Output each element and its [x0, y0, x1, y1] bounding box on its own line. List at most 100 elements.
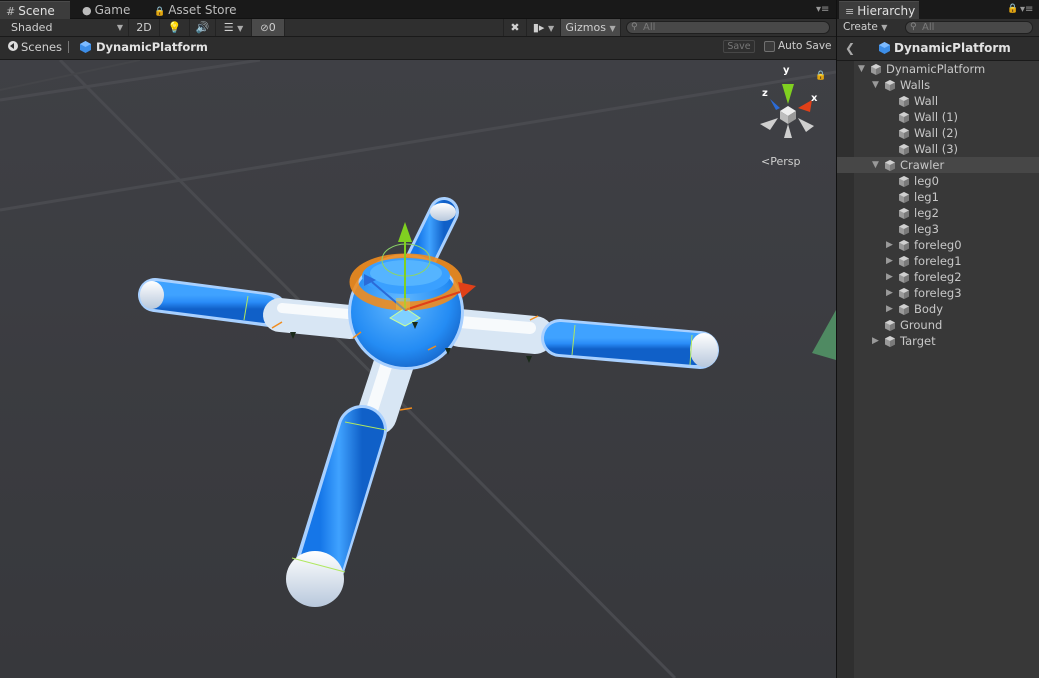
hierarchy-item[interactable]: ▶ foreleg1	[837, 253, 1039, 269]
tools-button[interactable]: ✖	[503, 19, 527, 36]
hierarchy-item[interactable]: ▼ DynamicPlatform	[837, 61, 1039, 77]
collapse-arrow-icon[interactable]: ▶	[886, 301, 893, 317]
hierarchy-search-input[interactable]: ⚲ All	[905, 21, 1033, 34]
hierarchy-prefab-header: ❮ DynamicPlatform	[837, 37, 1039, 61]
chevron-down-icon: ▼	[237, 24, 244, 33]
hierarchy-item-label: Wall	[914, 94, 939, 108]
hierarchy-item[interactable]: ▼ Walls	[837, 77, 1039, 93]
hierarchy-item[interactable]: leg2	[837, 205, 1039, 221]
collapse-arrow-icon[interactable]: ▶	[872, 333, 879, 349]
effects-dropdown[interactable]: ☰ ▼	[216, 19, 252, 36]
save-label: Save	[727, 41, 751, 52]
hierarchy-item[interactable]: ▼ Crawler	[837, 157, 1039, 173]
gameobject-cube-icon	[899, 127, 909, 139]
lock-icon[interactable]: 🔒	[815, 71, 826, 81]
chevron-down-icon: ▼	[881, 23, 888, 32]
hierarchy-item[interactable]: Wall (2)	[837, 125, 1039, 141]
back-chevron-icon[interactable]: ❮	[845, 41, 855, 55]
hidden-objects-toggle[interactable]: ⊘0	[252, 19, 285, 36]
hierarchy-item-label: foreleg3	[914, 286, 962, 300]
projection-toggle[interactable]: <Persp	[761, 155, 800, 168]
scene-viewport[interactable]: y x z 🔒 <Persp	[0, 60, 836, 678]
gameobject-cube-icon	[899, 175, 909, 187]
chevron-down-icon: ▼	[547, 24, 555, 33]
gizmos-dropdown[interactable]: Gizmos ▼	[561, 19, 621, 36]
chevron-down-icon: ▼	[609, 24, 616, 33]
hidden-count: 0	[268, 21, 276, 34]
tab-hierarchy[interactable]: ≡ Hierarchy	[839, 1, 919, 19]
hierarchy-item[interactable]: Wall (3)	[837, 141, 1039, 157]
camera-icon: ▮▸	[532, 21, 545, 34]
hierarchy-tree: ▼ DynamicPlatform ▼ Walls Wall Wall (1) Wall (…	[837, 61, 1039, 678]
axis-x-label: x	[811, 93, 818, 104]
collapse-arrow-icon[interactable]: ▶	[886, 253, 893, 269]
breadcrumb-scenes[interactable]: Scenes	[21, 40, 62, 54]
hierarchy-item-label: foreleg0	[914, 238, 962, 252]
lock-icon[interactable]: 🔒	[1007, 4, 1018, 14]
hierarchy-item[interactable]: leg3	[837, 221, 1039, 237]
hierarchy-item[interactable]: leg0	[837, 173, 1039, 189]
gameobject-cube-icon	[885, 319, 895, 331]
lighting-toggle-button[interactable]: 💡	[160, 19, 190, 36]
breadcrumb: Scenes DynamicPlatform Save Auto Save	[0, 37, 836, 60]
save-button[interactable]: Save	[723, 40, 755, 53]
auto-save-checkbox[interactable]	[764, 41, 775, 52]
tab-scene[interactable]: # Scene	[0, 1, 70, 19]
breadcrumb-separator	[68, 41, 69, 53]
shading-mode-dropdown[interactable]: Shaded ▼	[0, 19, 129, 36]
hierarchy-item[interactable]: Wall (1)	[837, 109, 1039, 125]
expand-arrow-icon[interactable]: ▼	[872, 157, 879, 173]
scene-toolbar: Shaded ▼ 2D 💡 🔊 ☰ ▼ ⊘0 ✖ ▮▸ ▼ Gizmos ▼ ⚲…	[0, 19, 836, 37]
collapse-arrow-icon[interactable]: ▶	[886, 269, 893, 285]
tab-asset-store[interactable]: 🔒 Asset Store	[148, 1, 243, 19]
gizmos-label: Gizmos	[565, 21, 606, 34]
gameobject-cube-icon	[899, 191, 909, 203]
hierarchy-item[interactable]: Wall	[837, 93, 1039, 109]
hierarchy-item[interactable]: ▶ foreleg0	[837, 237, 1039, 253]
hierarchy-header-title: DynamicPlatform	[894, 41, 1011, 55]
gameobject-cube-icon	[899, 303, 909, 315]
hierarchy-item[interactable]: ▶ foreleg3	[837, 285, 1039, 301]
scene-search-input[interactable]: ⚲ All	[626, 21, 830, 34]
back-arrow-icon[interactable]	[8, 41, 18, 51]
hierarchy-item-label: Target	[900, 334, 936, 348]
hierarchy-item-label: foreleg1	[914, 254, 962, 268]
collapse-arrow-icon[interactable]: ▶	[886, 285, 893, 301]
panel-menu-icon[interactable]: ▾≡	[1020, 4, 1033, 15]
hierarchy-item-label: leg2	[914, 206, 939, 220]
search-icon: ⚲	[631, 22, 638, 32]
layers-icon: ☰	[223, 21, 234, 34]
eye-slash-icon: ⊘	[260, 23, 269, 34]
camera-dropdown[interactable]: ▮▸ ▼	[527, 19, 561, 36]
hierarchy-search-placeholder: All	[922, 22, 935, 33]
hierarchy-item[interactable]: leg1	[837, 189, 1039, 205]
expand-arrow-icon[interactable]: ▼	[872, 77, 879, 93]
hierarchy-item-label: Crawler	[900, 158, 945, 172]
hierarchy-tab-bar: ≡ Hierarchy 🔒 ▾≡	[837, 0, 1039, 19]
hierarchy-item[interactable]: ▶ foreleg2	[837, 269, 1039, 285]
orientation-gizmo[interactable]: y x z	[752, 65, 822, 142]
tab-game-label: Game	[94, 3, 131, 17]
hierarchy-item-label: DynamicPlatform	[886, 62, 986, 76]
scene-tab-bar: # Scene ● Game 🔒 Asset Store ▾≡	[0, 0, 836, 19]
gameobject-cube-icon	[899, 239, 909, 251]
hierarchy-item[interactable]: ▶ Target	[837, 333, 1039, 349]
expand-arrow-icon[interactable]: ▼	[858, 61, 865, 77]
tab-game[interactable]: ● Game	[76, 1, 136, 19]
scene-render	[0, 60, 836, 678]
gameobject-cube-icon	[899, 143, 909, 155]
speaker-icon: 🔊	[195, 21, 210, 34]
create-label: Create	[843, 21, 878, 33]
hierarchy-item[interactable]: ▶ Body	[837, 301, 1039, 317]
hierarchy-item[interactable]: Ground	[837, 317, 1039, 333]
breadcrumb-current: DynamicPlatform	[96, 40, 208, 54]
collapse-arrow-icon[interactable]: ▶	[886, 237, 893, 253]
gameobject-cube-icon	[899, 287, 909, 299]
audio-toggle-button[interactable]: 🔊	[190, 19, 216, 36]
toggle-2d-button[interactable]: 2D	[129, 19, 160, 36]
panel-menu-icon[interactable]: ▾≡	[816, 4, 829, 15]
hierarchy-item-label: Wall (2)	[914, 126, 959, 140]
hierarchy-item-label: leg0	[914, 174, 939, 188]
create-dropdown[interactable]: Create ▼	[843, 21, 887, 33]
axis-y-label: y	[783, 65, 790, 76]
